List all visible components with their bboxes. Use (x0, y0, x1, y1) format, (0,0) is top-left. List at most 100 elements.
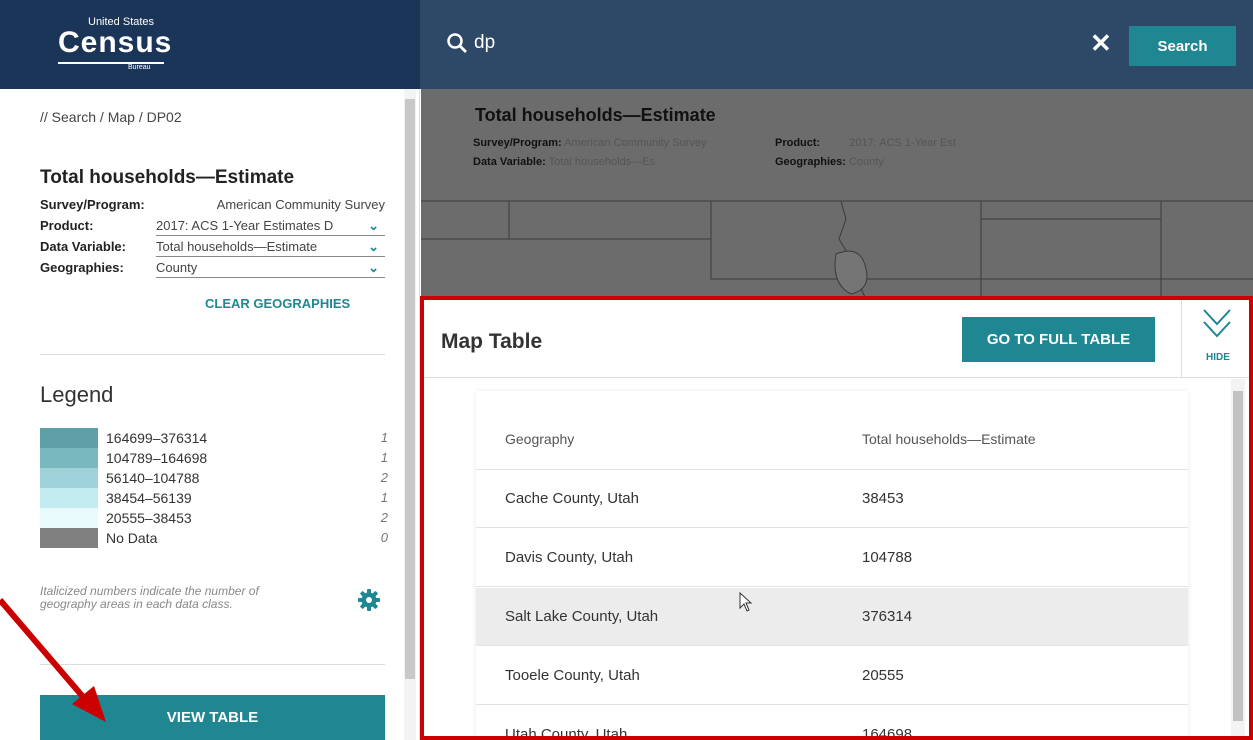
legend-item: 164699–376314 1 (40, 428, 388, 448)
hide-label: HIDE (1206, 352, 1230, 363)
search-button[interactable]: Search (1129, 26, 1236, 66)
geographies-label: Geographies: (40, 260, 124, 275)
cell-geography: Cache County, Utah (505, 490, 639, 507)
table-scrollbar[interactable] (1231, 379, 1245, 736)
map-variable[interactable]: Data Variable: Total households—Es (473, 156, 655, 168)
legend-note: Italicized numbers indicate the number o… (40, 584, 259, 611)
table-row[interactable]: Tooele County, Utah 20555 (476, 647, 1188, 705)
cell-value: 20555 (862, 667, 904, 684)
table-row[interactable]: Utah County, Utah 164698 (476, 706, 1188, 740)
legend-label: 164699–376314 (106, 430, 208, 446)
legend-swatch (40, 468, 98, 488)
chevron-down-icon[interactable]: ⌄ (368, 260, 379, 276)
map-variable-value[interactable]: Total households—Es (549, 156, 655, 168)
select-underline (156, 256, 385, 257)
map-table-header: Map Table GO TO FULL TABLE HIDE (424, 300, 1249, 378)
legend-swatch (40, 428, 98, 448)
map-geographies[interactable]: Geographies: County (775, 156, 884, 168)
variable-title: Total households—Estimate (40, 167, 295, 188)
column-header-total-households[interactable]: Total households—Estimate (862, 431, 1036, 447)
select-underline (156, 235, 385, 236)
legend-swatch (40, 448, 98, 468)
table-row[interactable]: Salt Lake County, Utah 376314 (476, 588, 1188, 646)
legend-item: No Data 0 (40, 528, 388, 548)
breadcrumb[interactable]: // Search / Map / DP02 (40, 109, 182, 125)
map-geo-value[interactable]: County (849, 156, 884, 168)
data-table: Geography Total households—Estimate Cach… (476, 391, 1188, 740)
survey-value: American Community Survey (216, 197, 385, 212)
product-label: Product: (40, 218, 94, 233)
sidebar-scrollbar[interactable] (404, 89, 416, 740)
table-row[interactable]: Davis County, Utah 104788 (476, 529, 1188, 587)
data-variable-label: Data Variable: (40, 239, 126, 254)
top-header: United States Census Bureau dp ✕ Search (0, 0, 1253, 89)
legend-label: No Data (106, 530, 158, 546)
clear-geographies-link[interactable]: CLEAR GEOGRAPHIES (205, 296, 350, 311)
cell-value: 164698 (862, 726, 913, 740)
legend-label: 20555–38453 (106, 510, 192, 526)
census-logo[interactable]: United States Census Bureau (58, 16, 171, 71)
hide-button[interactable]: HIDE (1181, 300, 1249, 378)
cell-geography: Salt Lake County, Utah (505, 608, 659, 625)
map-geo-label: Geographies: (775, 156, 846, 168)
scrollbar-thumb[interactable] (1233, 391, 1243, 721)
legend-label: 38454–56139 (106, 490, 192, 506)
chevron-down-icon[interactable]: ⌄ (368, 239, 379, 255)
legend-label: 104789–164698 (106, 450, 208, 466)
legend-count: 1 (380, 490, 388, 505)
survey-label: Survey/Program: (40, 197, 145, 212)
map-table-panel: Map Table GO TO FULL TABLE HIDE Geograph… (420, 296, 1253, 740)
product-row[interactable]: Product: 2017: ACS 1-Year Estimates D ⌄ (40, 218, 385, 236)
search-icon (447, 33, 467, 53)
cell-value: 104788 (862, 549, 913, 566)
mouse-cursor-icon (739, 592, 753, 612)
legend-label: 56140–104788 (106, 470, 200, 486)
go-to-full-table-button[interactable]: GO TO FULL TABLE (962, 317, 1155, 362)
map-survey-label: Survey/Program: (473, 137, 562, 149)
map-survey-value: American Community Survey (564, 137, 707, 149)
map-table-body: Geography Total households—Estimate Cach… (424, 379, 1249, 740)
double-chevron-down-icon[interactable] (1202, 306, 1232, 346)
cell-geography: Utah County, Utah (505, 726, 628, 740)
legend-item: 104789–164698 1 (40, 448, 388, 468)
cell-geography: Davis County, Utah (505, 549, 634, 566)
close-icon[interactable]: ✕ (1090, 30, 1112, 56)
map-survey: Survey/Program: American Community Surve… (473, 137, 707, 149)
left-sidebar: // Search / Map / DP02 Total households—… (0, 89, 420, 740)
geographies-select[interactable]: County (156, 260, 346, 275)
column-header-geography[interactable]: Geography (505, 431, 574, 447)
cell-value: 38453 (862, 490, 904, 507)
geographies-row[interactable]: Geographies: County ⌄ (40, 260, 385, 278)
legend-count: 2 (380, 470, 388, 485)
survey-row: Survey/Program: American Community Surve… (40, 197, 385, 215)
divider (40, 664, 385, 665)
legend-swatch (40, 488, 98, 508)
table-row[interactable]: Cache County, Utah 38453 (476, 470, 1188, 528)
scrollbar-thumb[interactable] (405, 99, 415, 679)
data-variable-row[interactable]: Data Variable: Total households—Estimate… (40, 239, 385, 257)
search-input[interactable]: dp (474, 32, 495, 54)
map-product[interactable]: Product: 2017: ACS 1-Year Est (775, 137, 956, 149)
logo-bottom-text: Bureau (128, 64, 151, 71)
map-product-value[interactable]: 2017: ACS 1-Year Est (849, 137, 956, 149)
select-underline (156, 277, 385, 278)
map-title: Total households—Estimate (475, 105, 716, 125)
view-table-button[interactable]: VIEW TABLE (40, 695, 385, 740)
map-variable-label: Data Variable: (473, 156, 546, 168)
product-select[interactable]: 2017: ACS 1-Year Estimates D (156, 218, 346, 233)
legend-item: 20555–38453 2 (40, 508, 388, 528)
legend-count: 1 (380, 450, 388, 465)
data-variable-select[interactable]: Total households—Estimate (156, 239, 346, 254)
legend-title: Legend (40, 382, 114, 407)
legend-count: 0 (380, 530, 388, 545)
legend-swatch (40, 528, 98, 548)
legend-swatch (40, 508, 98, 528)
map-table-title: Map Table (441, 330, 543, 353)
legend-item: 38454–56139 1 (40, 488, 388, 508)
legend-count: 1 (380, 430, 388, 445)
legend-item: 56140–104788 2 (40, 468, 388, 488)
chevron-down-icon[interactable]: ⌄ (368, 218, 379, 234)
gear-icon[interactable] (357, 588, 381, 612)
cell-geography: Tooele County, Utah (505, 667, 640, 684)
logo-main-text: Census (58, 26, 173, 59)
